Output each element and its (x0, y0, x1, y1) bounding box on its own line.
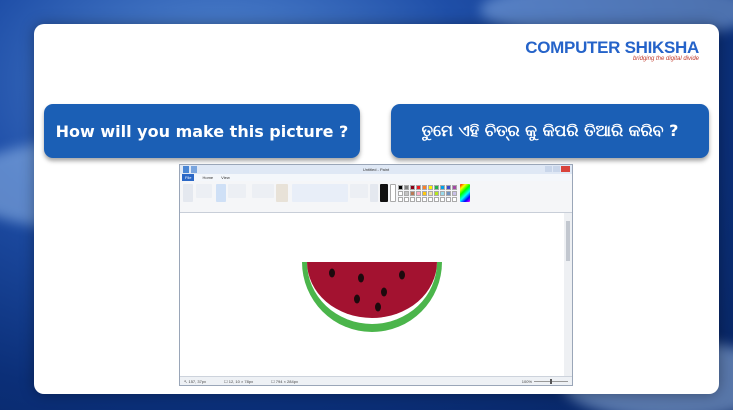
paint-window: Untitled - Paint File Home View ↖ 157, 3… (179, 164, 573, 386)
zoom-slider[interactable] (534, 379, 568, 384)
color-swatch[interactable] (398, 197, 403, 202)
question-odia-button[interactable]: ତୁମେ ଏହି ଚିତ୍ର କୁ କିପରି ତିଆରି କରିବ ? (391, 104, 709, 158)
color-swatch[interactable] (428, 191, 433, 196)
zoom-slider-knob[interactable] (550, 379, 552, 384)
menu-view[interactable]: View (221, 175, 230, 180)
color-palette[interactable] (398, 185, 457, 202)
color-2-button[interactable] (390, 184, 396, 202)
color-swatch[interactable] (434, 197, 439, 202)
question-english-button[interactable]: How will you make this picture ? (44, 104, 360, 158)
menu-home[interactable]: Home (202, 175, 213, 180)
drawing-canvas[interactable] (180, 213, 566, 378)
seed (358, 273, 364, 283)
color-swatch[interactable] (398, 185, 403, 190)
image-tools[interactable] (228, 184, 246, 198)
maximize-icon[interactable] (553, 166, 560, 172)
color-swatch[interactable] (416, 185, 421, 190)
slide-card: COMPUTER SHIKSHA bridging the digital di… (34, 24, 719, 394)
color-swatch[interactable] (434, 185, 439, 190)
minimize-icon[interactable] (545, 166, 552, 172)
color-1-button[interactable] (380, 184, 388, 202)
question-english-label: How will you make this picture ? (55, 121, 349, 141)
drawing-tools[interactable] (252, 184, 274, 198)
seed (375, 302, 381, 312)
computer-shiksha-logo: COMPUTER SHIKSHA bridging the digital di… (525, 38, 699, 62)
color-swatch[interactable] (422, 185, 427, 190)
scroll-thumb[interactable] (566, 221, 570, 261)
color-swatch[interactable] (452, 185, 457, 190)
color-swatch[interactable] (410, 185, 415, 190)
cursor-position: ↖ 157, 37px (184, 378, 207, 384)
paint-statusbar: ↖ 157, 37px ☐ 12, 10 × 78px ☐ 794 × 284p… (180, 376, 572, 385)
color-swatch[interactable] (410, 197, 415, 202)
paint-titlebar: Untitled - Paint (180, 165, 572, 174)
color-swatch[interactable] (410, 191, 415, 196)
logo-title: COMPUTER SHIKSHA (525, 38, 699, 57)
color-swatch[interactable] (404, 197, 409, 202)
color-swatch[interactable] (452, 197, 457, 202)
paint-menubar: File Home View (180, 174, 572, 181)
paste-button[interactable] (183, 184, 193, 202)
zoom-control[interactable]: 100% (518, 379, 568, 384)
color-swatch[interactable] (434, 191, 439, 196)
seed (381, 287, 387, 297)
seed (329, 268, 335, 278)
selection-size: ☐ 12, 10 × 78px (224, 378, 254, 384)
color-swatch[interactable] (422, 191, 427, 196)
edit-colors-button[interactable] (460, 184, 470, 202)
color-swatch[interactable] (422, 197, 427, 202)
color-swatch[interactable] (428, 185, 433, 190)
color-swatch[interactable] (416, 191, 421, 196)
window-controls (545, 166, 570, 172)
color-swatch[interactable] (446, 185, 451, 190)
paint-ribbon (180, 181, 572, 213)
color-swatch[interactable] (416, 197, 421, 202)
vertical-scrollbar[interactable] (564, 213, 572, 378)
outline-fill-options[interactable] (350, 184, 368, 198)
select-button[interactable] (216, 184, 226, 202)
color-swatch[interactable] (452, 191, 457, 196)
shapes-gallery[interactable] (292, 184, 348, 202)
close-icon[interactable] (561, 166, 570, 172)
color-swatch[interactable] (446, 191, 451, 196)
color-swatch[interactable] (404, 185, 409, 190)
clipboard-tools[interactable] (196, 184, 212, 198)
color-swatch[interactable] (428, 197, 433, 202)
watermelon-drawing (302, 262, 442, 332)
seed (399, 270, 405, 280)
color-swatch[interactable] (446, 197, 451, 202)
color-swatch[interactable] (440, 197, 445, 202)
menu-file[interactable]: File (182, 174, 195, 181)
brushes-button[interactable] (276, 184, 288, 202)
image-size: ☐ 794 × 284px (271, 378, 298, 384)
seed (354, 294, 360, 304)
question-odia-label: ତୁମେ ଏହି ଚିତ୍ର କୁ କିପରି ତିଆରି କରିବ ? (421, 121, 679, 140)
color-swatch[interactable] (440, 185, 445, 190)
paint-window-title: Untitled - Paint (362, 167, 390, 172)
color-swatch[interactable] (398, 191, 403, 196)
zoom-level: 100% (521, 379, 532, 384)
color-swatch[interactable] (440, 191, 445, 196)
color-swatch[interactable] (404, 191, 409, 196)
size-button[interactable] (370, 184, 378, 202)
